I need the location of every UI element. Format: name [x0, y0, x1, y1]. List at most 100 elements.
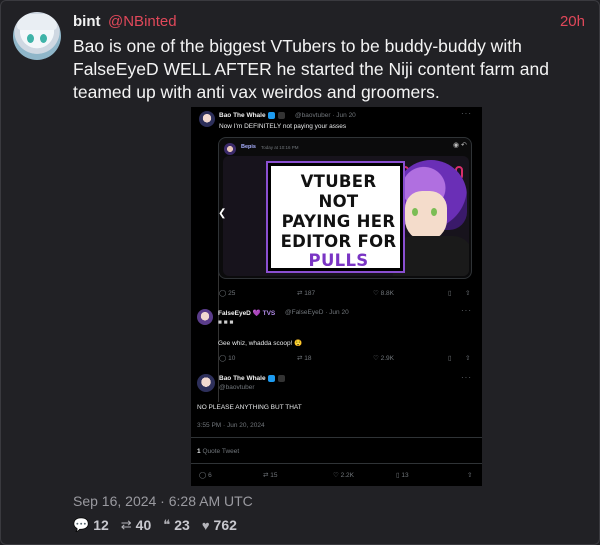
tweet2-avatar[interactable] [197, 309, 213, 325]
comment-icon: ◯ [199, 472, 207, 479]
bookmark-icon: ▯ [396, 472, 400, 479]
thumbnail-line: PAYING HER [281, 212, 396, 231]
tweet3-name: Bao The Whale [219, 375, 266, 383]
share-icon[interactable]: ⇧ [465, 289, 470, 297]
tweet2-author[interactable]: FalseEyeD 💜 TVS [218, 309, 275, 317]
more-icon[interactable]: ··· [461, 109, 472, 118]
tweet1-text: Now I'm DEFINITELY not paying your asses [219, 123, 347, 130]
author-handle[interactable]: @NBinted [108, 13, 177, 30]
tweet1-avatar[interactable] [199, 111, 215, 127]
tweet3-repost[interactable]: ⇄ 15 [263, 471, 278, 479]
post-card: bint @NBinted 20h Bao is one of the bigg… [0, 0, 600, 545]
tweet1-name: Bao The Whale [219, 112, 266, 120]
tweet3-reply[interactable]: ◯ 6 [199, 471, 212, 479]
quote-name: Bepis [241, 144, 256, 150]
tweet2-handle-time: @FalseEyeD · Jun 20 [285, 309, 349, 316]
tweet1-author[interactable]: Bao The Whale [219, 112, 286, 120]
tweet1-reply[interactable]: ◯ 25 [219, 289, 235, 297]
video-thumbnail[interactable]: VTUBER NOT PAYING HER EDITOR FOR PULLS [223, 156, 469, 276]
quote-count: 1 [197, 448, 201, 455]
like-count: 2.9K [380, 355, 395, 362]
heart-icon: ♡ [373, 355, 379, 362]
more-icon[interactable]: ··· [461, 306, 472, 315]
tweet2-text: Gee whiz, whadda scoop! 😲 [218, 340, 303, 347]
reposts-stat[interactable]: ⇄ 40 [121, 517, 151, 533]
repost-count: 187 [304, 290, 316, 297]
share-icon[interactable]: ⇧ [467, 471, 472, 479]
quotes-stat[interactable]: ❝ 23 [163, 517, 190, 533]
comment-icon: 💬 [73, 517, 90, 532]
comment-icon: ◯ [219, 290, 227, 297]
badge-icon [278, 375, 286, 382]
verified-icon [268, 112, 276, 119]
character-face [405, 191, 447, 241]
tweet2-reply[interactable]: ◯ 10 [219, 354, 235, 362]
comment-icon: ◯ [219, 355, 227, 362]
quote-icon: ❝ [163, 517, 171, 532]
replies-count: 12 [93, 517, 109, 533]
attached-screenshot[interactable]: Bao The Whale @baovtuber · Jun 20 ··· No… [191, 107, 482, 486]
likes-count: 762 [213, 517, 237, 533]
heart-icon: ♡ [333, 472, 339, 479]
thumbnail-line: EDITOR FOR [280, 232, 397, 251]
post-text: Bao is one of the biggest VTubers to be … [73, 36, 549, 102]
author-avatar[interactable] [13, 12, 61, 60]
thumbnail-line: NOT [318, 192, 359, 211]
thumbnail-text-box: VTUBER NOT PAYING HER EDITOR FOR PULLS [266, 161, 405, 273]
tweet3-handle: @baovtuber [219, 384, 255, 391]
tweet2-repost[interactable]: ⇄ 18 [297, 354, 312, 362]
quoted-card[interactable]: Bepis Today at 10:16 PM ◉ ↶ VTUBER NOT P… [218, 137, 472, 279]
tweet3-author[interactable]: Bao The Whale [219, 375, 286, 383]
tweet3-avatar[interactable] [197, 374, 215, 392]
character-eye [431, 208, 437, 216]
tweet3-bookmark[interactable]: ▯ 13 [396, 471, 409, 479]
retweet-icon: ⇄ [297, 290, 303, 297]
post-date: Sep 16, 2024 · 6:28 AM UTC [73, 493, 253, 509]
replies-stat[interactable]: 💬 12 [73, 517, 109, 533]
retweet-icon: ⇄ [263, 472, 269, 479]
quote-avatar [224, 143, 236, 155]
quote-meta: Today at 10:16 PM [261, 145, 299, 150]
divider [191, 463, 482, 464]
post-time[interactable]: 20h [560, 13, 585, 30]
badge-icon [278, 112, 286, 119]
like-count: 8.8K [380, 290, 395, 297]
tweet2-emoji-badges: ■ ■ ■ [218, 319, 234, 326]
tweet2-badges: 💜 TVS [252, 310, 276, 317]
likes-stat[interactable]: ♥ 762 [202, 517, 237, 533]
author-name[interactable]: bint [73, 13, 101, 30]
tweet1-like[interactable]: ♡ 8.8K [373, 289, 394, 297]
quotes-count: 23 [174, 517, 190, 533]
tweet3-timestamp: 3:55 PM · Jun 20, 2024 [197, 422, 265, 429]
bookmark-icon[interactable]: ▯ [448, 354, 452, 362]
heart-icon: ♥ [201, 517, 210, 533]
repost-count: 15 [270, 472, 278, 479]
avatar-hair [17, 14, 57, 30]
verified-icon [268, 375, 276, 382]
divider [191, 437, 482, 438]
bookmark-count: 13 [401, 472, 409, 479]
heart-icon: ♡ [373, 290, 379, 297]
quote-label: Quote Tweet [202, 448, 240, 455]
tweet3-like[interactable]: ♡ 2.2K [333, 471, 354, 479]
tweet1-repost[interactable]: ⇄ 187 [297, 289, 315, 297]
reposts-count: 40 [135, 517, 152, 533]
character-eye [412, 208, 418, 216]
repost-count: 18 [304, 355, 312, 362]
retweet-icon: ⇄ [297, 355, 303, 362]
tweet2-name: FalseEyeD [218, 310, 251, 317]
post-stats: 💬 12 ⇄ 40 ❝ 23 ♥ 762 [73, 517, 237, 533]
thumbnail-line: PULLS [308, 251, 369, 270]
quote-tweet-link[interactable]: 1 Quote Tweet [197, 448, 239, 455]
reply-count: 6 [208, 472, 212, 479]
mouse-cursor-icon: ❮ [218, 208, 227, 219]
bookmark-icon[interactable]: ▯ [448, 289, 452, 297]
more-icon[interactable]: ··· [461, 373, 472, 382]
tweet3-text: NO PLEASE ANYTHING BUT THAT [197, 404, 302, 411]
quote-actions-icon[interactable]: ◉ ↶ [453, 141, 467, 149]
reply-count: 10 [228, 355, 236, 362]
tweet2-like[interactable]: ♡ 2.9K [373, 354, 394, 362]
avatar-eye [27, 34, 34, 43]
retweet-icon: ⇄ [120, 517, 132, 532]
share-icon[interactable]: ⇧ [465, 354, 470, 362]
